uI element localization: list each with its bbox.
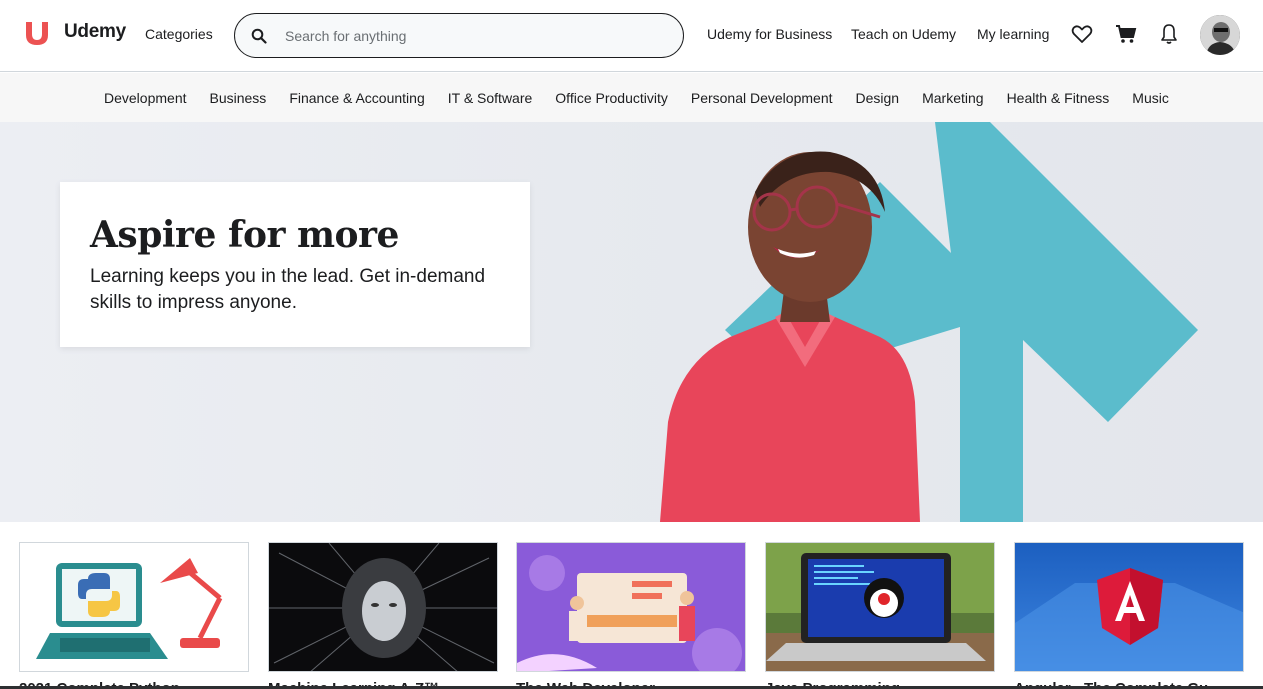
search-icon[interactable] (251, 28, 267, 44)
category-nav-item[interactable]: Development (104, 90, 187, 106)
teach-on-udemy-link[interactable]: Teach on Udemy (851, 26, 956, 42)
search-bar[interactable] (234, 13, 684, 58)
ml-course-image (269, 543, 497, 671)
java-course-image (766, 543, 994, 671)
course-card-angular-thumbnail[interactable] (1014, 542, 1244, 672)
bell-icon[interactable] (1157, 22, 1181, 46)
category-nav-item[interactable]: Design (856, 90, 900, 106)
course-card-web-thumbnail[interactable] (516, 542, 746, 672)
udemy-logo[interactable]: Udemy (22, 16, 126, 48)
hero-subtitle: Learning keeps you in the lead. Get in-d… (90, 265, 486, 313)
top-header: Udemy Categories Udemy for Business Teac… (0, 0, 1263, 72)
category-nav: Development Business Finance & Accounting I… (0, 73, 1263, 122)
hero-banner: Aspire for more Learning keeps you in th… (0, 122, 1263, 522)
my-learning-link[interactable]: My learning (977, 26, 1049, 42)
python-course-image (20, 543, 248, 671)
avatar-image (1200, 15, 1240, 55)
search-input[interactable] (285, 27, 665, 44)
udemy-logo-icon (26, 22, 48, 45)
hero-title: Aspire for more (90, 214, 399, 256)
course-card-ml-thumbnail[interactable] (268, 542, 498, 672)
categories-menu[interactable]: Categories (145, 26, 213, 42)
cart-icon[interactable] (1114, 22, 1138, 46)
angular-course-image (1015, 543, 1243, 671)
course-card-python-thumbnail[interactable] (19, 542, 249, 672)
course-card-java-thumbnail[interactable] (765, 542, 995, 672)
udemy-for-business-link[interactable]: Udemy for Business (707, 26, 832, 42)
user-avatar[interactable] (1200, 15, 1240, 55)
heart-icon[interactable] (1070, 22, 1094, 46)
category-nav-item[interactable]: Health & Fitness (1007, 90, 1110, 106)
web-course-image (517, 543, 745, 671)
logo-text: Udemy (64, 21, 126, 42)
category-nav-item[interactable]: IT & Software (448, 90, 533, 106)
category-nav-item[interactable]: Personal Development (691, 90, 833, 106)
category-nav-list: Development Business Finance & Accounting I… (104, 90, 1169, 106)
hero-illustration (660, 122, 1198, 522)
course-carousel: 2021 Complete Python Machine Learning A-… (0, 522, 1263, 689)
category-nav-item[interactable]: Business (210, 90, 267, 106)
category-nav-item[interactable]: Marketing (922, 90, 983, 106)
category-nav-item[interactable]: Office Productivity (555, 90, 668, 106)
hero-card: Aspire for more Learning keeps you in th… (60, 182, 530, 347)
category-nav-item[interactable]: Music (1132, 90, 1169, 106)
category-nav-item[interactable]: Finance & Accounting (289, 90, 424, 106)
